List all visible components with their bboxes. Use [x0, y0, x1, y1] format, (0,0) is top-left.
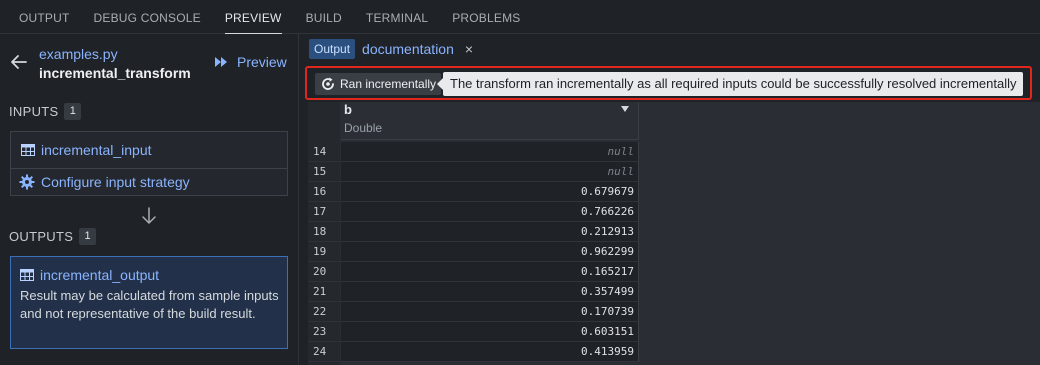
incremental-refresh-icon — [322, 77, 334, 90]
table-cell[interactable]: null — [341, 142, 639, 162]
incremental-tooltip: The transform ran incrementally as all r… — [436, 72, 1024, 96]
input-dataset-name: incremental_input — [41, 142, 152, 158]
row-number: 19 — [308, 242, 340, 262]
column-header-b[interactable]: b Double — [341, 102, 639, 140]
grid-empty-header — [640, 102, 1040, 140]
input-dataset-link[interactable]: incremental_input — [21, 142, 152, 158]
row-number: 18 — [308, 222, 340, 242]
preview-button[interactable]: Preview — [214, 54, 287, 70]
inputs-heading: INPUTS 1 — [9, 103, 82, 120]
tab-documentation[interactable]: documentation — [362, 41, 454, 57]
table-row: 21 0.357499 — [308, 282, 1040, 302]
table-cell[interactable]: 0.766226 — [341, 202, 639, 222]
column-type: Double — [344, 121, 383, 135]
panel-tab-bar: OUTPUT DEBUG CONSOLE PREVIEW BUILD TERMI… — [0, 0, 1040, 34]
arrow-down-icon — [142, 207, 156, 224]
play-fast-forward-icon — [215, 57, 227, 67]
output-sample-warning: Result may be calculated from sample inp… — [20, 288, 279, 321]
file-name-link[interactable]: examples.py — [39, 46, 118, 62]
table-cell[interactable]: 0.679679 — [341, 182, 639, 202]
table-icon — [21, 144, 35, 156]
table-row: 14 null — [308, 142, 1040, 162]
transform-name: incremental_transform — [39, 65, 191, 81]
configure-input-strategy-label: Configure input strategy — [41, 174, 190, 190]
table-cell[interactable]: 0.212913 — [341, 222, 639, 242]
row-number: 21 — [308, 282, 340, 302]
table-row: 18 0.212913 — [308, 222, 1040, 242]
tab-output[interactable]: OUTPUT — [19, 0, 70, 34]
row-number: 16 — [308, 182, 340, 202]
tab-problems[interactable]: PROBLEMS — [452, 0, 520, 34]
table-icon — [20, 269, 34, 281]
back-arrow-icon[interactable] — [10, 54, 28, 70]
ran-incrementally-badge[interactable]: Ran incrementally — [315, 73, 442, 95]
table-row: 22 0.170739 — [308, 302, 1040, 322]
preview-results-panel: Output documentation × Ran incrementally… — [300, 34, 1040, 365]
incremental-notice-highlight: Ran incrementally The transform ran incr… — [305, 66, 1032, 100]
table-cell[interactable]: 0.357499 — [341, 282, 639, 302]
gear-icon — [19, 174, 35, 190]
tab-build[interactable]: BUILD — [306, 0, 342, 34]
output-card[interactable]: incremental_output Result may be calcula… — [10, 256, 288, 349]
preview-button-label: Preview — [237, 54, 287, 70]
table-row: 16 0.679679 — [308, 182, 1040, 202]
outputs-heading: OUTPUTS 1 — [9, 228, 97, 245]
table-row: 23 0.603151 — [308, 322, 1040, 342]
inputs-label: INPUTS — [9, 104, 59, 119]
row-number: 20 — [308, 262, 340, 282]
outputs-label: OUTPUTS — [9, 229, 74, 244]
table-cell[interactable]: 0.413959 — [341, 342, 639, 362]
inputs-count-badge: 1 — [64, 103, 82, 120]
table-row: 24 0.413959 — [308, 342, 1040, 362]
table-row: 19 0.962299 — [308, 242, 1040, 262]
tab-terminal[interactable]: TERMINAL — [366, 0, 428, 34]
card-divider — [11, 168, 287, 169]
table-cell[interactable]: 0.165217 — [341, 262, 639, 282]
table-row: 17 0.766226 — [308, 202, 1040, 222]
output-badge: Output — [309, 39, 356, 59]
output-dataset-name: incremental_output — [40, 267, 160, 283]
row-number: 24 — [308, 342, 340, 362]
results-tab-bar: Output documentation × — [300, 34, 1040, 64]
ran-incrementally-label: Ran incrementally — [340, 77, 437, 91]
table-cell[interactable]: null — [341, 162, 639, 182]
table-row: 15 null — [308, 162, 1040, 182]
row-number: 22 — [308, 302, 340, 322]
table-row: 20 0.165217 — [308, 262, 1040, 282]
outputs-count-badge: 1 — [79, 228, 97, 245]
table-cell[interactable]: 0.170739 — [341, 302, 639, 322]
row-number: 23 — [308, 322, 340, 342]
results-grid: b Double 14 null 15 null 16 0.679679 17 0.76622… — [308, 102, 1040, 365]
row-number: 14 — [308, 142, 340, 162]
transform-sidebar: examples.py incremental_transform Previe… — [0, 34, 299, 365]
table-cell[interactable]: 0.603151 — [341, 322, 639, 342]
row-number: 17 — [308, 202, 340, 222]
row-number: 15 — [308, 162, 340, 182]
close-icon[interactable]: × — [465, 41, 473, 57]
configure-input-strategy-button[interactable]: Configure input strategy — [19, 174, 190, 190]
table-cell[interactable]: 0.962299 — [341, 242, 639, 262]
sort-caret-icon[interactable] — [621, 106, 629, 112]
tab-debug-console[interactable]: DEBUG CONSOLE — [94, 0, 201, 34]
tab-preview[interactable]: PREVIEW — [224, 0, 282, 34]
output-dataset-link[interactable]: incremental_output — [20, 267, 159, 283]
input-card: incremental_input Configure input strate… — [10, 131, 288, 196]
column-name: b — [344, 102, 352, 117]
